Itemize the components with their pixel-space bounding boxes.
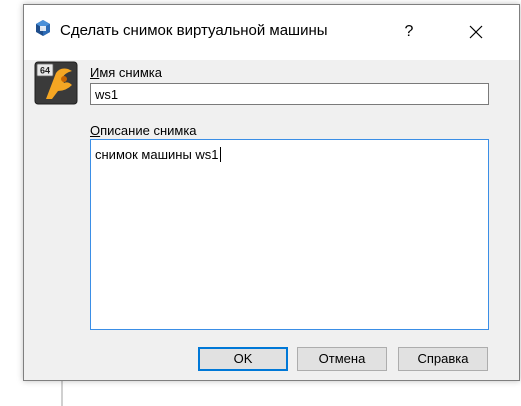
- window-title: Сделать снимок виртуальной машины: [60, 22, 328, 39]
- ok-button[interactable]: OK: [198, 347, 288, 371]
- os-type-64bit-icon: 64: [34, 61, 78, 105]
- snapshot-dialog: Сделать снимок виртуальной машины ? 64 И…: [23, 4, 520, 381]
- snapshot-name-input[interactable]: ws1: [90, 83, 489, 105]
- virtualbox-logo-icon: [36, 20, 50, 36]
- snapshot-description-label-text: писание снимка: [100, 123, 197, 138]
- help-button[interactable]: Справка: [398, 347, 488, 371]
- cancel-button[interactable]: Отмена: [297, 347, 387, 371]
- snapshot-name-label-mnemonic: И: [90, 65, 100, 80]
- close-icon[interactable]: [456, 17, 496, 47]
- title-bar[interactable]: Сделать снимок виртуальной машины ?: [24, 5, 519, 60]
- snapshot-description-label-mnemonic: О: [90, 123, 101, 138]
- help-question-button[interactable]: ?: [392, 17, 426, 47]
- snapshot-description-label: Описание снимка: [90, 123, 197, 138]
- snapshot-name-label: Имя снимка: [90, 65, 162, 80]
- background-window-edge: [61, 380, 63, 406]
- snapshot-description-textarea[interactable]: снимок машины ws1: [90, 139, 489, 330]
- snapshot-name-label-text: мя снимка: [99, 65, 163, 80]
- text-caret: [219, 147, 221, 162]
- os-badge-64: 64: [40, 66, 50, 76]
- snapshot-description-text: снимок машины ws1: [95, 147, 219, 162]
